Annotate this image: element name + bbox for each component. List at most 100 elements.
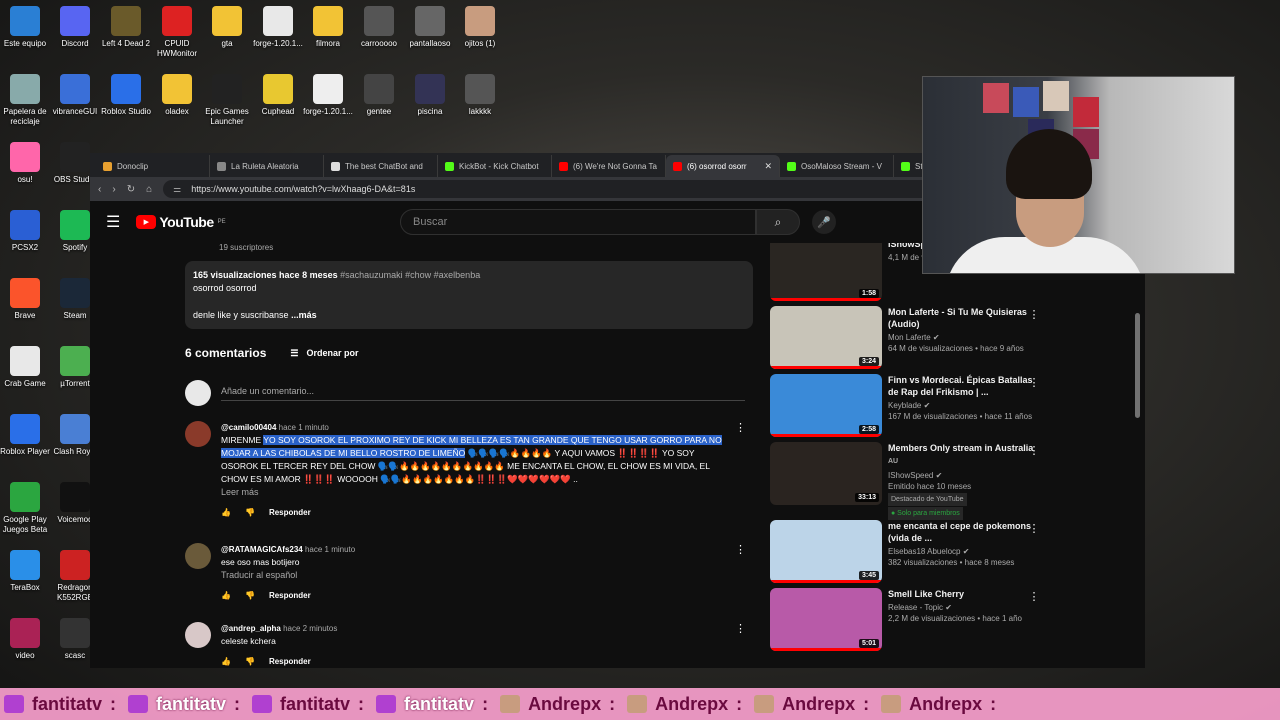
region-code: PE [217,219,226,225]
video-channel[interactable]: Keyblade ✔ [888,400,1040,411]
avatar[interactable] [185,622,211,648]
browser-tab[interactable]: The best ChatBot and [324,155,438,177]
comment-more-icon[interactable]: ⋮ [735,622,746,668]
chat-ticker-item: fantitatv: [128,694,240,715]
comment-time[interactable]: hace 1 minuto [279,423,329,432]
comment-more-icon[interactable]: ⋮ [735,543,746,602]
voice-search-button[interactable]: 🎤 [812,210,836,234]
video-channel[interactable]: IShowSpeed ✔ [888,470,1040,481]
like-icon[interactable]: 👍 [221,589,231,602]
read-more-link[interactable]: Leer más [221,486,725,499]
video-thumbnail[interactable]: 5:01 [770,588,882,651]
search-button[interactable]: ⌕ [756,209,800,235]
browser-tab[interactable]: (6) osorrod osorr ✕ [666,155,780,177]
related-video-item[interactable]: 33:13 Members Only stream in Australia AU… [770,442,1040,520]
tab-favicon-icon [787,161,796,171]
folder-icon [212,6,242,36]
dislike-icon[interactable]: 👎 [245,655,255,668]
video-channel[interactable]: Mon Laferte ✔ [888,332,1040,343]
video-title[interactable]: me encanta el cepe de pokemons (vida de … [888,520,1040,544]
comment-author[interactable]: @andrep_alpha [221,624,281,633]
recycle-bin-icon [10,74,40,104]
video-thumbnail[interactable]: 3:24 [770,306,882,369]
comment-author[interactable]: @RATAMAGICAfs234 [221,545,303,554]
video-thumbnail[interactable]: 3:45 [770,520,882,583]
video-hashtags[interactable]: #sachauzumaki #chow #axelbenba [340,270,480,280]
sort-button[interactable]: ☰ Ordenar por [290,348,358,359]
related-video-item[interactable]: 5:01 Smell Like Cherry Release - Topic ✔ 2,… [770,588,1040,651]
search-placeholder: Buscar [413,216,448,228]
browser-tab[interactable]: KickBot - Kick Chatbot [438,155,552,177]
folder-icon [162,74,192,104]
comment-time[interactable]: hace 2 minutos [283,624,337,633]
comment-text: ese oso mas botijero [221,557,300,567]
description-box[interactable]: 165 visualizaciones hace 8 meses #sachau… [185,261,753,329]
video-title[interactable]: Mon Laferte - Si Tu Me Quisieras (Audio) [888,306,1040,330]
video-thumbnail[interactable]: 33:13 [770,442,882,505]
video-more-icon[interactable]: ⋮ [1028,590,1040,603]
comment-more-icon[interactable]: ⋮ [735,421,746,519]
home-icon[interactable]: ⌂ [146,184,152,195]
tab-close-icon[interactable]: ✕ [764,161,772,172]
image-icon [465,74,495,104]
terabox-icon [10,550,40,580]
video-duration: 1:58 [858,289,879,298]
menu-icon[interactable]: ☰ [106,212,120,232]
subscriber-count: 19 suscriptores [219,243,274,252]
forward-icon[interactable]: › [112,184,115,195]
video-duration: 5:01 [858,639,879,648]
show-more-link[interactable]: ...más [291,310,317,320]
video-title[interactable]: Members Only stream in Australia AU [888,442,1040,468]
reply-button[interactable]: Responder [269,506,311,519]
video-more-icon[interactable]: ⋮ [1028,522,1040,535]
comment-text-start: MIRENME [221,435,264,445]
utorrent-icon [60,346,90,376]
add-comment-row: Añade un comentario... [185,380,745,406]
like-icon[interactable]: 👍 [221,655,231,668]
watch-progress-bar [770,366,882,369]
browser-tab[interactable]: (6) We're Not Gonna Ta [552,155,666,177]
chat-emote-icon [754,695,775,713]
translate-link[interactable]: Traducir al español [221,569,725,582]
video-title[interactable]: Finn vs Mordecai. Épicas Batallas de Rap… [888,374,1040,398]
video-more-icon[interactable]: ⋮ [1028,376,1040,389]
comment-time[interactable]: hace 1 minuto [305,545,355,554]
video-title[interactable]: Smell Like Cherry [888,588,1040,600]
related-video-item[interactable]: 3:45 me encanta el cepe de pokemons (vida… [770,520,1040,583]
like-icon[interactable]: 👍 [221,506,231,519]
site-info-icon[interactable]: ⚌ [173,184,181,195]
dislike-icon[interactable]: 👎 [245,589,255,602]
reload-icon[interactable]: ↻ [127,184,135,195]
avatar[interactable] [185,421,211,447]
avatar[interactable] [185,543,211,569]
video-duration: 3:24 [858,357,879,366]
video-more-icon[interactable]: ⋮ [1028,444,1040,457]
related-video-item[interactable]: 2:58 Finn vs Mordecai. Épicas Batallas de… [770,374,1040,437]
video-thumbnail[interactable]: 2:58 [770,374,882,437]
browser-tab[interactable]: La Ruleta Aleatoria [210,155,324,177]
video-channel[interactable]: Elsebas18 Abuelocp ✔ [888,546,1040,557]
browser-tab[interactable]: Donoclip [96,155,210,177]
desktop-icon[interactable]: ojitos (1) [450,6,510,49]
comment-author[interactable]: @camilo00404 [221,423,276,432]
back-icon[interactable]: ‹ [98,184,101,195]
tab-favicon-icon [217,161,226,171]
dislike-icon[interactable]: 👎 [245,506,255,519]
video-channel[interactable]: Release - Topic ✔ [888,602,1040,613]
video-more-icon[interactable]: ⋮ [1028,308,1040,321]
cuphead-icon [263,74,293,104]
tab-label: Donoclip [117,161,149,171]
computer-icon [10,6,40,36]
desktop-icon[interactable]: lakkkk [450,74,510,117]
browser-tab[interactable]: OsoMaloso Stream - V [780,155,894,177]
youtube-logo[interactable]: ▶ YouTube PE [136,214,226,230]
reply-button[interactable]: Responder [269,655,311,668]
related-video-item[interactable]: 3:24 Mon Laferte - Si Tu Me Quisieras (Au… [770,306,1040,369]
members-only-badge: ● Solo para miembros [888,507,963,520]
add-comment-input[interactable]: Añade un comentario... [221,386,745,401]
reply-button[interactable]: Responder [269,589,311,602]
video-thumbnail[interactable]: 1:58 [770,243,882,301]
page-scrollbar[interactable] [1135,313,1140,418]
sort-label: Ordenar por [306,348,359,358]
search-input[interactable]: Buscar [400,209,756,235]
